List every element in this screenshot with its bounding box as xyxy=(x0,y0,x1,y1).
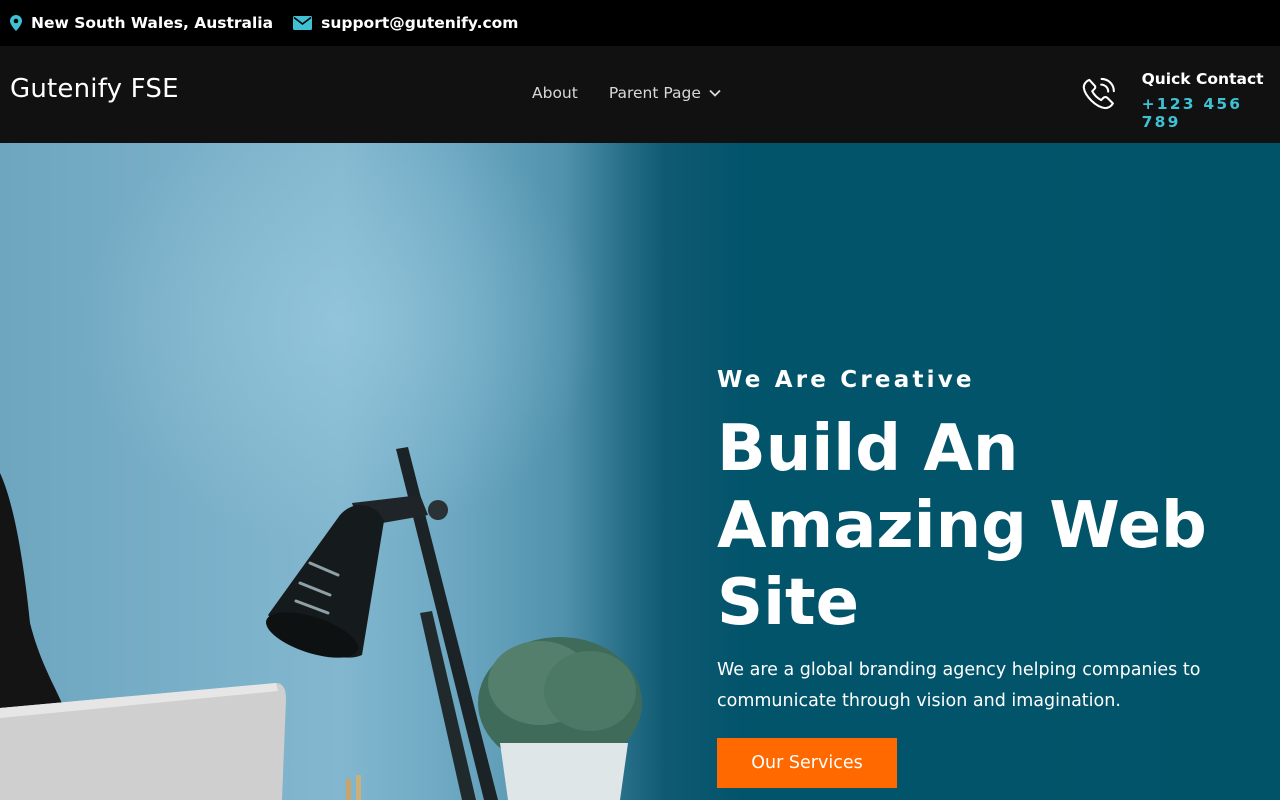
phone-number[interactable]: +123 456 789 xyxy=(1142,95,1280,131)
chevron-down-icon[interactable] xyxy=(709,89,721,97)
map-pin-icon xyxy=(10,15,22,31)
hero-section: We Are Creative Build An Amazing Web Sit… xyxy=(0,143,1280,800)
phone-icon xyxy=(1082,77,1115,110)
site-title[interactable]: Gutenify FSE xyxy=(10,74,179,104)
our-services-button[interactable]: Our Services xyxy=(717,738,897,788)
nav-item-label: Parent Page xyxy=(608,84,701,102)
site-header: Gutenify FSE About Parent Page Quick Con… xyxy=(0,46,1280,143)
hero-description: We are a global branding agency helping … xyxy=(717,660,1201,711)
nav-item-label: About xyxy=(532,84,578,102)
top-bar: New South Wales, Australia support@guten… xyxy=(0,0,1280,46)
main-nav: About Parent Page xyxy=(532,84,752,102)
email-link[interactable]: support@gutenify.com xyxy=(321,14,518,32)
location-text: New South Wales, Australia xyxy=(31,14,274,32)
location-info: New South Wales, Australia xyxy=(10,14,273,32)
quick-contact-label: Quick Contact xyxy=(1141,70,1264,88)
nav-item-parent-page[interactable]: Parent Page xyxy=(609,84,721,102)
hero-eyebrow: We Are Creative xyxy=(717,367,975,393)
envelope-icon xyxy=(293,16,313,30)
email-info[interactable]: support@gutenify.com xyxy=(293,14,518,32)
quick-contact: Quick Contact +123 456 789 xyxy=(1080,70,1280,131)
hero-headline: Build An Amazing Web Site xyxy=(717,412,1207,640)
nav-item-about[interactable]: About xyxy=(532,84,578,102)
hero-image xyxy=(0,143,642,800)
